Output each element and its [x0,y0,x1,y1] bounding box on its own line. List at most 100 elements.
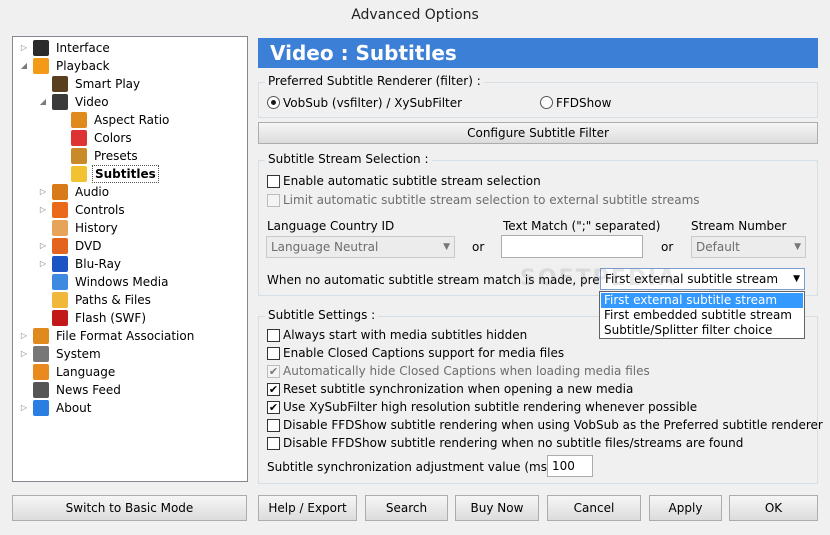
help-export-button[interactable]: Help / Export [258,495,357,521]
switch-basic-mode-button[interactable]: Switch to Basic Mode [12,495,247,521]
tree-item-label: Windows Media [75,275,169,289]
bluray-icon [52,256,68,272]
presets-icon [71,148,87,164]
tree-item[interactable]: ▷ Interface [13,39,247,57]
renderer-vobsub-label[interactable]: VobSub (vsfilter) / XySubFilter [283,95,462,111]
or-label-2: or [661,240,674,254]
renderer-vobsub-radio[interactable] [267,96,280,109]
language-country-select[interactable]: Language Neutral ▼ [266,236,455,258]
tree-item[interactable]: ▷ About [13,399,247,417]
setting-label[interactable]: Automatically hide Closed Captions when … [283,363,650,379]
tree-item[interactable]: Colors [13,129,247,147]
tree-item[interactable]: History [13,219,247,237]
tree-item[interactable]: Windows Media [13,273,247,291]
collapsed-arrow-icon[interactable]: ▷ [19,39,29,57]
tree-item-label: Video [75,95,109,109]
no-match-preference-dropdown: First external subtitle stream First embe… [599,291,805,339]
collapsed-arrow-icon[interactable]: ▷ [19,327,29,345]
setting-label[interactable]: Disable FFDShow subtitle rendering when … [283,435,743,451]
setting-checkbox[interactable] [267,329,280,342]
file-association-icon [33,328,49,344]
enable-auto-stream-checkbox[interactable] [267,175,280,188]
setting-checkbox[interactable] [267,437,280,450]
tree-item[interactable]: ▷ Controls [13,201,247,219]
options-tree[interactable]: ▷ Interface ◢ Playback Smart Play ◢ Video Aspec… [12,36,248,482]
settings-group-title: Subtitle Settings : [265,308,379,322]
tree-item[interactable]: ▷ System [13,345,247,363]
tree-item-label: Blu-Ray [75,257,122,271]
renderer-group-title: Preferred Subtitle Renderer (filter) : [265,74,484,88]
enable-auto-stream-label[interactable]: Enable automatic subtitle stream selecti… [283,173,541,189]
tree-item[interactable]: Subtitles [13,165,247,183]
setting-checkbox[interactable]: ✔ [267,401,280,414]
stream-number-select[interactable]: Default ▼ [691,236,806,258]
tree-item[interactable]: ▷ File Format Association [13,327,247,345]
collapsed-arrow-icon[interactable]: ▷ [19,399,29,417]
dropdown-option[interactable]: First embedded subtitle stream [601,308,803,323]
setting-checkbox[interactable] [267,347,280,360]
tree-item-label: Flash (SWF) [75,311,147,325]
dropdown-option[interactable]: First external subtitle stream [601,293,803,308]
news-feed-icon [33,382,49,398]
tree-item-label: Aspect Ratio [94,113,170,127]
tree-item[interactable]: ▷ DVD [13,237,247,255]
tree-item[interactable]: ▷ Audio [13,183,247,201]
setting-label[interactable]: Disable FFDShow subtitle rendering when … [283,417,823,433]
collapsed-arrow-icon[interactable]: ▷ [38,255,48,273]
tree-item[interactable]: ◢ Playback [13,57,247,75]
cancel-button[interactable]: Cancel [547,495,641,521]
tree-item-label: History [75,221,118,235]
setting-checkbox[interactable]: ✔ [267,383,280,396]
setting-label[interactable]: Enable Closed Captions support for media… [283,345,564,361]
tree-item[interactable]: Aspect Ratio [13,111,247,129]
expanded-arrow-icon[interactable]: ◢ [38,93,48,111]
setting-checkbox[interactable] [267,419,280,432]
audio-icon [52,184,68,200]
buy-now-button[interactable]: Buy Now [455,495,539,521]
setting-label[interactable]: Always start with media subtitles hidden [283,327,527,343]
collapsed-arrow-icon[interactable]: ▷ [38,201,48,219]
chevron-down-icon: ▼ [443,242,450,252]
renderer-ffdshow-label[interactable]: FFDShow [556,95,611,111]
tree-item-label: DVD [75,239,102,253]
setting-label[interactable]: Use XySubFilter high resolution subtitle… [283,399,697,415]
system-gear-icon [33,346,49,362]
collapsed-arrow-icon[interactable]: ▷ [38,183,48,201]
apply-button[interactable]: Apply [649,495,722,521]
text-match-input[interactable] [501,235,643,258]
setting-label[interactable]: Reset subtitle synchronization when open… [283,381,633,397]
search-button[interactable]: Search [365,495,448,521]
tree-item[interactable]: Presets [13,147,247,165]
ok-button[interactable]: OK [729,495,818,521]
collapsed-arrow-icon[interactable]: ▷ [38,237,48,255]
dropdown-option[interactable]: Subtitle/Splitter filter choice [601,323,803,338]
setting-checkbox[interactable]: ✔ [267,365,280,378]
renderer-ffdshow-radio[interactable] [540,96,553,109]
language-country-value: Language Neutral [271,240,379,254]
tree-item[interactable]: Language [13,363,247,381]
tree-item-label: Controls [75,203,125,217]
tree-item[interactable]: Flash (SWF) [13,309,247,327]
collapsed-arrow-icon[interactable]: ▷ [19,345,29,363]
tree-item[interactable]: ◢ Video [13,93,247,111]
tree-item[interactable]: ▷ Blu-Ray [13,255,247,273]
window-title: Advanced Options [351,7,479,23]
limit-auto-stream-checkbox[interactable] [267,194,280,207]
expanded-arrow-icon[interactable]: ◢ [19,57,29,75]
limit-auto-stream-label[interactable]: Limit automatic subtitle stream selectio… [283,192,700,208]
tree-item-label: Paths & Files [75,293,151,307]
sync-adjust-input[interactable]: 100 [547,455,593,477]
tree-item[interactable]: Smart Play [13,75,247,93]
configure-subtitle-filter-button[interactable]: Configure Subtitle Filter [258,122,818,144]
tree-item[interactable]: Paths & Files [13,291,247,309]
tree-item[interactable]: News Feed [13,381,247,399]
window-titlebar: Advanced Options [0,0,830,30]
